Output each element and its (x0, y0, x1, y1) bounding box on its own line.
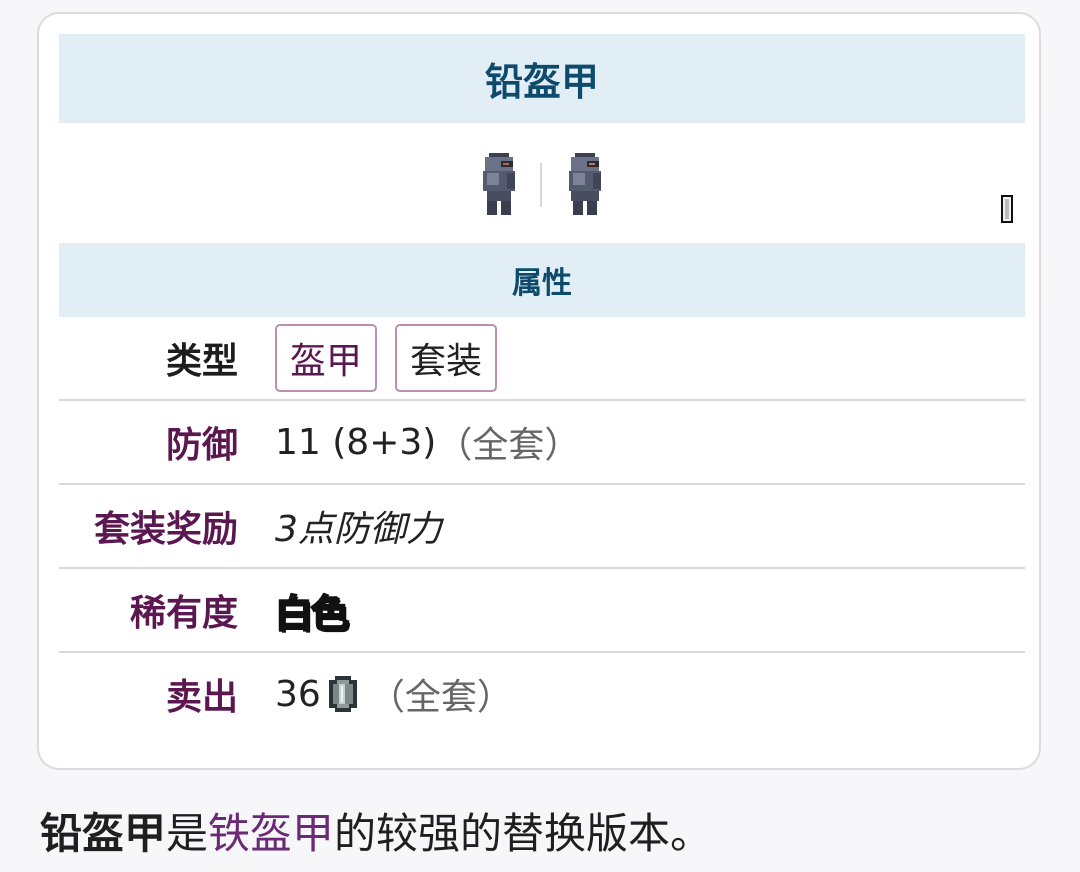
description-link-iron-armor[interactable]: 铁盔甲 (208, 809, 334, 858)
article-description: 铅盔甲是铁盔甲的较强的替换版本。 (40, 800, 712, 861)
row-value-rarity: 白色 (274, 569, 350, 651)
tag-set[interactable]: 套装 (395, 324, 498, 392)
description-text-1: 是 (166, 809, 209, 858)
defense-note: （全套） (436, 425, 581, 466)
description-text-2: 的较强的替换版本。 (334, 809, 713, 858)
infobox-title: 铅盔甲 (59, 34, 1025, 123)
row-value-type: 盔甲 套装 (275, 317, 515, 399)
row-set-bonus: 套装奖励 3点防御力 (59, 485, 1025, 569)
sprite-divider (540, 163, 542, 207)
armor-sprite-male-icon[interactable] (477, 153, 521, 215)
row-label-type: 类型 (165, 341, 238, 382)
item-infobox: 铅盔甲 属性 类型 盔甲 套装 防御 11 (8+3) （全套） 套装奖励 3点… (37, 12, 1041, 770)
small-item-icon[interactable] (999, 195, 1015, 223)
row-label-sell[interactable]: 卖出 (166, 653, 238, 735)
section-header-properties: 属性 (59, 243, 1025, 317)
sell-value: 36 (275, 673, 321, 715)
armor-sprite-female-icon[interactable] (563, 153, 607, 215)
row-label-rarity[interactable]: 稀有度 (130, 569, 238, 651)
silver-coin-icon (328, 676, 357, 712)
row-rarity: 稀有度 白色 (59, 569, 1025, 653)
row-value-defense: 11 (8+3) （全套） (275, 401, 580, 483)
sell-note: （全套） (368, 677, 513, 718)
rarity-badge[interactable]: 白色 (274, 583, 350, 638)
row-type: 类型 盔甲 套装 (59, 317, 1025, 401)
row-defense: 防御 11 (8+3) （全套） (59, 401, 1025, 485)
row-sell: 卖出 36 （全套） (59, 653, 1025, 735)
row-value-set-bonus: 3点防御力 (275, 509, 442, 550)
item-image-row (59, 123, 1025, 243)
row-value-sell: 36 （全套） (275, 653, 513, 735)
description-subject: 铅盔甲 (40, 809, 167, 858)
row-label-set-bonus[interactable]: 套装奖励 (94, 485, 238, 567)
defense-value: 11 (8+3) (275, 421, 437, 463)
row-label-defense[interactable]: 防御 (166, 401, 238, 483)
tag-armor[interactable]: 盔甲 (275, 324, 378, 392)
